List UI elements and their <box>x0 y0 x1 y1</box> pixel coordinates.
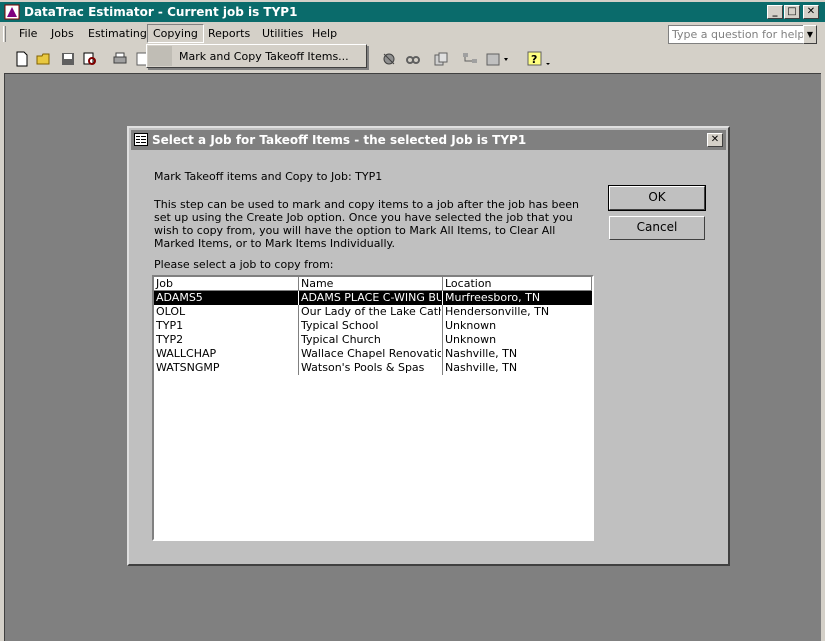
toolbar: ? <box>0 47 825 71</box>
cell-job: OLOL <box>156 305 186 318</box>
tree-icon[interactable] <box>462 51 478 67</box>
cell-location: Hendersonville, TN <box>445 305 550 318</box>
job-listbox[interactable]: Job Name Location ADAMS5 ADAMS PLACE C-WI… <box>152 275 594 541</box>
column-separator <box>298 305 299 319</box>
menu-jobs[interactable]: Jobs <box>51 27 74 40</box>
column-header-name[interactable]: Name <box>299 277 443 291</box>
dialog-title-bar[interactable]: Select a Job for Takeoff Items - the sel… <box>131 130 726 150</box>
window-title: DataTrac Estimator - Current job is TYP1 <box>24 5 298 19</box>
ask-question-input[interactable]: Type a question for help <box>668 25 817 44</box>
cell-location: Unknown <box>445 333 497 346</box>
list-prompt: Please select a job to copy from: <box>154 258 334 271</box>
column-separator <box>442 319 443 333</box>
cell-job: TYP1 <box>156 319 184 332</box>
table-row[interactable]: WALLCHAP Wallace Chapel Renovations Nashvi… <box>154 347 592 361</box>
cell-location: Nashville, TN <box>445 347 518 360</box>
cell-name: Watson's Pools & Spas <box>301 361 425 374</box>
title-bar[interactable]: DataTrac Estimator - Current job is TYP1… <box>0 2 825 22</box>
menu-reports[interactable]: Reports <box>208 27 250 40</box>
print-preview-icon[interactable] <box>82 51 98 67</box>
column-header-location[interactable]: Location <box>443 277 592 291</box>
column-header-job[interactable]: Job <box>154 277 299 291</box>
menu-icon-gutter <box>148 46 172 66</box>
menu-file[interactable]: File <box>19 27 37 40</box>
column-separator <box>442 347 443 361</box>
menu-estimating[interactable]: Estimating <box>88 27 147 40</box>
form-icon <box>134 133 148 146</box>
column-separator <box>442 361 443 375</box>
app-window: DataTrac Estimator - Current job is TYP1… <box>0 0 825 641</box>
table-row[interactable]: ADAMS5 ADAMS PLACE C-WING BUILDING Murfree… <box>154 291 592 305</box>
print-icon[interactable] <box>112 51 128 67</box>
cell-location: Nashville, TN <box>445 361 518 374</box>
cell-location: Unknown <box>445 319 497 332</box>
column-separator <box>298 333 299 347</box>
menu-item-mark-and-copy[interactable]: Mark and Copy Takeoff Items... <box>179 50 349 63</box>
copying-dropdown-menu: Mark and Copy Takeoff Items... <box>146 44 367 68</box>
minimize-button[interactable]: _ <box>767 5 783 19</box>
table-row[interactable]: TYP2 Typical Church Unknown <box>154 333 592 347</box>
dialog-description: This step can be used to mark and copy i… <box>154 198 579 250</box>
cell-job: ADAMS5 <box>156 291 203 304</box>
cell-name: Our Lady of the Lake Catholic <box>301 305 441 318</box>
ok-button[interactable]: OK <box>608 185 706 211</box>
cell-name: Wallace Chapel Renovations <box>301 347 441 360</box>
cell-name: ADAMS PLACE C-WING BUILDING <box>301 291 441 304</box>
link-icon[interactable] <box>405 51 421 67</box>
menu-help[interactable]: Help <box>312 27 337 40</box>
column-separator <box>442 333 443 347</box>
select-job-dialog: Select a Job for Takeoff Items - the sel… <box>127 126 730 566</box>
menu-copying[interactable]: Copying <box>147 24 204 43</box>
column-separator <box>442 291 443 305</box>
cancel-button[interactable]: Cancel <box>609 216 705 240</box>
dialog-title: Select a Job for Takeoff Items - the sel… <box>152 133 527 147</box>
app-icon <box>4 4 20 20</box>
cell-job: TYP2 <box>156 333 184 346</box>
table-row[interactable]: WATSNGMP Watson's Pools & Spas Nashville, … <box>154 361 592 375</box>
cell-name: Typical Church <box>301 333 381 346</box>
report-icon[interactable] <box>486 51 510 67</box>
menu-utilities[interactable]: Utilities <box>262 27 303 40</box>
list-rows: ADAMS5 ADAMS PLACE C-WING BUILDING Murfree… <box>154 291 592 375</box>
open-icon[interactable] <box>36 51 52 67</box>
column-separator <box>298 319 299 333</box>
cell-job: WALLCHAP <box>156 347 217 360</box>
table-row[interactable]: OLOL Our Lady of the Lake Catholic Henders… <box>154 305 592 319</box>
close-button[interactable]: ✕ <box>803 5 819 19</box>
column-separator <box>442 305 443 319</box>
dialog-close-button[interactable]: ✕ <box>707 133 723 147</box>
column-separator <box>298 361 299 375</box>
menubar-grip[interactable] <box>3 26 6 42</box>
ask-dropdown-arrow[interactable]: ▼ <box>803 25 817 44</box>
cell-location: Murfreesboro, TN <box>445 291 541 304</box>
dialog-heading: Mark Takeoff items and Copy to Job: TYP1 <box>154 170 383 183</box>
copy-icon[interactable] <box>433 51 449 67</box>
column-separator <box>298 347 299 361</box>
save-icon[interactable] <box>60 51 76 67</box>
column-separator <box>298 291 299 305</box>
table-row[interactable]: TYP1 Typical School Unknown <box>154 319 592 333</box>
new-icon[interactable] <box>14 51 30 67</box>
cell-name: Typical School <box>301 319 379 332</box>
cell-job: WATSNGMP <box>156 361 220 374</box>
list-header: Job Name Location <box>154 277 592 291</box>
help-icon[interactable]: ? <box>527 51 553 67</box>
svg-text:?: ? <box>531 53 537 66</box>
maximize-button[interactable]: □ <box>784 5 800 19</box>
estimate-icon[interactable] <box>381 51 397 67</box>
